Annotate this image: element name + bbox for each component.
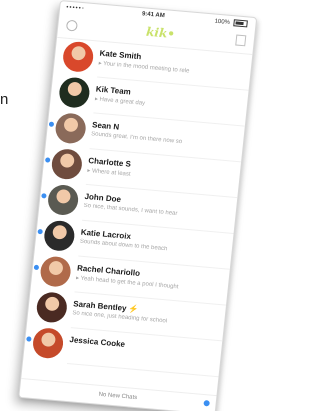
settings-icon[interactable] xyxy=(65,19,78,32)
avatar[interactable] xyxy=(46,183,80,217)
new-chat-icon[interactable] xyxy=(203,400,210,407)
chat-preview: So nice one, just heading for school xyxy=(72,310,168,325)
unread-indicator xyxy=(48,121,55,127)
chat-preview: ▸ Yeah head to get the a pool I thought xyxy=(75,275,179,291)
chat-preview: Sounds great. I'm on there now so xyxy=(90,131,183,146)
unread-indicator xyxy=(26,336,32,342)
status-time: 9:41 AM xyxy=(141,11,165,20)
chat-preview: Sounds about down to the beach xyxy=(79,238,168,253)
app-logo: kik• xyxy=(145,24,176,42)
unread-indicator xyxy=(33,264,40,271)
footer: No New Chats xyxy=(19,378,217,411)
row-divider xyxy=(66,362,219,378)
battery-percent: 100% xyxy=(214,18,231,26)
chat-preview: ▸ Where at least xyxy=(86,168,131,178)
unread-indicator xyxy=(41,193,47,199)
avatar[interactable] xyxy=(35,291,69,324)
compose-icon[interactable] xyxy=(235,34,247,47)
chat-name: John Doe xyxy=(84,191,122,205)
chat-preview: ▸ Your in the mood meeting to rele xyxy=(98,60,190,75)
avatar[interactable] xyxy=(31,326,65,360)
footer-label: No New Chats xyxy=(98,391,138,402)
chat-preview xyxy=(69,346,208,358)
chat-preview: ▸ Have a great day xyxy=(94,96,146,107)
avatar[interactable] xyxy=(50,147,84,181)
edge-text: n xyxy=(0,91,9,108)
chat-name: Jessica Cooke xyxy=(69,335,126,349)
unread-indicator xyxy=(44,157,51,163)
battery-icon xyxy=(233,19,248,28)
chat-name: Kik Team xyxy=(95,84,132,97)
avatar[interactable] xyxy=(42,219,76,253)
signal-icon: •••••◦ xyxy=(65,4,86,13)
screenshot-scene: n •••••◦ 9:41 AM 100% kik• Kate Smith ▸ Y… xyxy=(0,0,272,411)
chat-name: Sean N xyxy=(91,120,120,132)
avatar[interactable] xyxy=(54,112,88,145)
avatar[interactable] xyxy=(39,255,73,288)
avatar[interactable] xyxy=(61,40,95,74)
unread-indicator xyxy=(37,228,43,235)
chat-preview: So nice, that sounds, I want to hear xyxy=(83,202,178,217)
avatar[interactable] xyxy=(57,76,91,109)
phone-screen: •••••◦ 9:41 AM 100% kik• Kate Smith ▸ You… xyxy=(18,0,258,411)
